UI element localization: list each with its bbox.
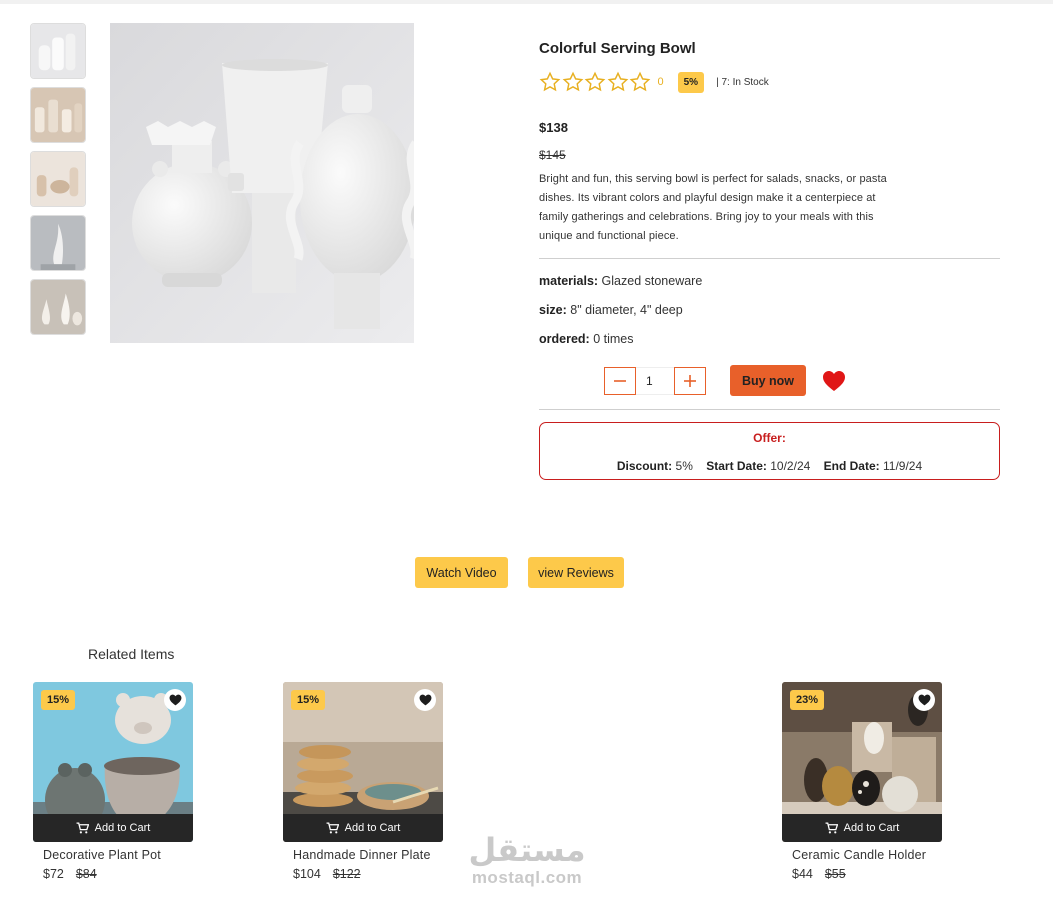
current-price: $138 xyxy=(539,120,568,135)
thumbnail-5[interactable] xyxy=(30,279,86,335)
quantity-input[interactable] xyxy=(636,366,674,395)
attribute-label: size: xyxy=(539,303,567,317)
heart-icon xyxy=(419,694,431,706)
thumbnail-2[interactable] xyxy=(30,87,86,143)
offer-discount-label: Discount: xyxy=(616,459,673,473)
product-info: Colorful Serving Bowl 0 5% | 7: In Stock… xyxy=(539,40,1000,480)
attribute-ordered: ordered: 0 times xyxy=(539,332,633,346)
watch-video-button[interactable]: Watch Video xyxy=(415,557,508,588)
attribute-value: 8" diameter, 4" deep xyxy=(570,303,683,317)
product-card[interactable]: 15% Add to Cart Handmade Dinner Plate $1… xyxy=(283,682,443,881)
old-price: $55 xyxy=(824,867,846,881)
heart-icon xyxy=(169,694,181,706)
attribute-materials: materials: Glazed stoneware xyxy=(539,274,702,288)
top-bar xyxy=(0,0,1053,4)
cart-icon xyxy=(76,822,89,834)
favorite-button[interactable] xyxy=(164,689,186,711)
price: $72 xyxy=(43,867,64,881)
rating-count: 0 xyxy=(657,76,664,88)
decrease-quantity-button[interactable] xyxy=(604,366,636,395)
divider xyxy=(539,409,1000,410)
thumbnail-3[interactable] xyxy=(30,151,86,207)
star-rating[interactable] xyxy=(539,71,652,93)
buy-now-button[interactable]: Buy now xyxy=(730,365,806,396)
add-to-cart-label: Add to Cart xyxy=(843,822,900,834)
offer-discount-value: 5% xyxy=(675,459,693,473)
offer-start-label: Start Date: xyxy=(706,459,767,473)
product-card[interactable]: 15% Add to Cart Decorative Plant Pot $72… xyxy=(33,682,193,881)
view-reviews-button[interactable]: view Reviews xyxy=(528,557,624,588)
watermark-latin: mostaql.com xyxy=(471,868,583,887)
related-items-title: Related Items xyxy=(88,646,175,662)
product-card-image[interactable]: 23% Add to Cart xyxy=(782,682,942,842)
product-description: Bright and fun, this serving bowl is per… xyxy=(539,173,887,242)
star-icon[interactable] xyxy=(629,71,651,93)
heart-icon[interactable] xyxy=(822,370,846,392)
old-price: $122 xyxy=(332,867,361,881)
discount-badge: 5% xyxy=(677,71,705,93)
product-card-name[interactable]: Ceramic Candle Holder xyxy=(782,848,942,862)
discount-badge: 23% xyxy=(790,690,825,710)
product-card-name[interactable]: Decorative Plant Pot xyxy=(33,848,193,862)
divider xyxy=(539,258,1000,259)
discount-badge: 15% xyxy=(291,690,326,710)
product-main-image xyxy=(110,23,414,343)
watermark-arabic: مستقل xyxy=(468,831,586,869)
offer-end-value: 11/9/24 xyxy=(883,459,923,473)
star-icon[interactable] xyxy=(584,71,606,93)
thumbnail-4[interactable] xyxy=(30,215,86,271)
add-to-cart-button[interactable]: Add to Cart xyxy=(782,814,942,842)
thumbnail-gallery xyxy=(30,23,86,343)
product-card-image[interactable]: 15% Add to Cart xyxy=(283,682,443,842)
offer-box: Offer: Discount: 5% Start Date: 10/2/24 … xyxy=(539,422,1000,480)
minus-icon xyxy=(614,379,626,382)
old-price: $84 xyxy=(75,867,97,881)
product-card-image[interactable]: 15% Add to Cart xyxy=(33,682,193,842)
offer-end-label: End Date: xyxy=(823,459,880,473)
attribute-label: materials: xyxy=(539,274,599,288)
add-to-cart-label: Add to Cart xyxy=(344,822,401,834)
product-title: Colorful Serving Bowl xyxy=(539,40,696,57)
plus-icon xyxy=(684,374,696,387)
star-icon[interactable] xyxy=(562,71,584,93)
product-card-price: $44 $55 xyxy=(782,867,942,881)
add-to-cart-button[interactable]: Add to Cart xyxy=(283,814,443,842)
star-icon[interactable] xyxy=(607,71,629,93)
product-card-price: $72 $84 xyxy=(33,867,193,881)
product-card-price: $104 $122 xyxy=(283,867,443,881)
offer-title: Offer: xyxy=(753,431,786,445)
product-card-name[interactable]: Handmade Dinner Plate xyxy=(283,848,443,862)
cart-icon xyxy=(326,822,339,834)
offer-details: Discount: 5% Start Date: 10/2/24 End Dat… xyxy=(540,459,999,473)
rating-row: 0 5% | 7: In Stock xyxy=(539,71,769,93)
thumbnail-1[interactable] xyxy=(30,23,86,79)
offer-start-value: 10/2/24 xyxy=(770,459,811,473)
add-to-cart-button[interactable]: Add to Cart xyxy=(33,814,193,842)
discount-badge: 15% xyxy=(41,690,76,710)
attribute-label: ordered: xyxy=(539,332,590,346)
product-card[interactable]: 23% Add to Cart Ceramic Candle Holder $4… xyxy=(782,682,942,881)
attribute-value: 0 times xyxy=(593,332,634,346)
price: $44 xyxy=(792,867,813,881)
old-price: $145 xyxy=(539,148,566,162)
watermark: مستقل mostaql.com xyxy=(462,832,592,888)
price: $104 xyxy=(293,867,321,881)
add-to-cart-label: Add to Cart xyxy=(94,822,151,834)
favorite-button[interactable] xyxy=(414,689,436,711)
stock-status: | 7: In Stock xyxy=(716,76,769,88)
attribute-value: Glazed stoneware xyxy=(601,274,703,288)
heart-icon xyxy=(918,694,930,706)
increase-quantity-button[interactable] xyxy=(674,366,706,395)
attribute-size: size: 8" diameter, 4" deep xyxy=(539,303,683,317)
favorite-button[interactable] xyxy=(913,689,935,711)
purchase-controls: Buy now xyxy=(604,365,846,396)
cart-icon xyxy=(825,822,838,834)
star-icon[interactable] xyxy=(539,71,561,93)
